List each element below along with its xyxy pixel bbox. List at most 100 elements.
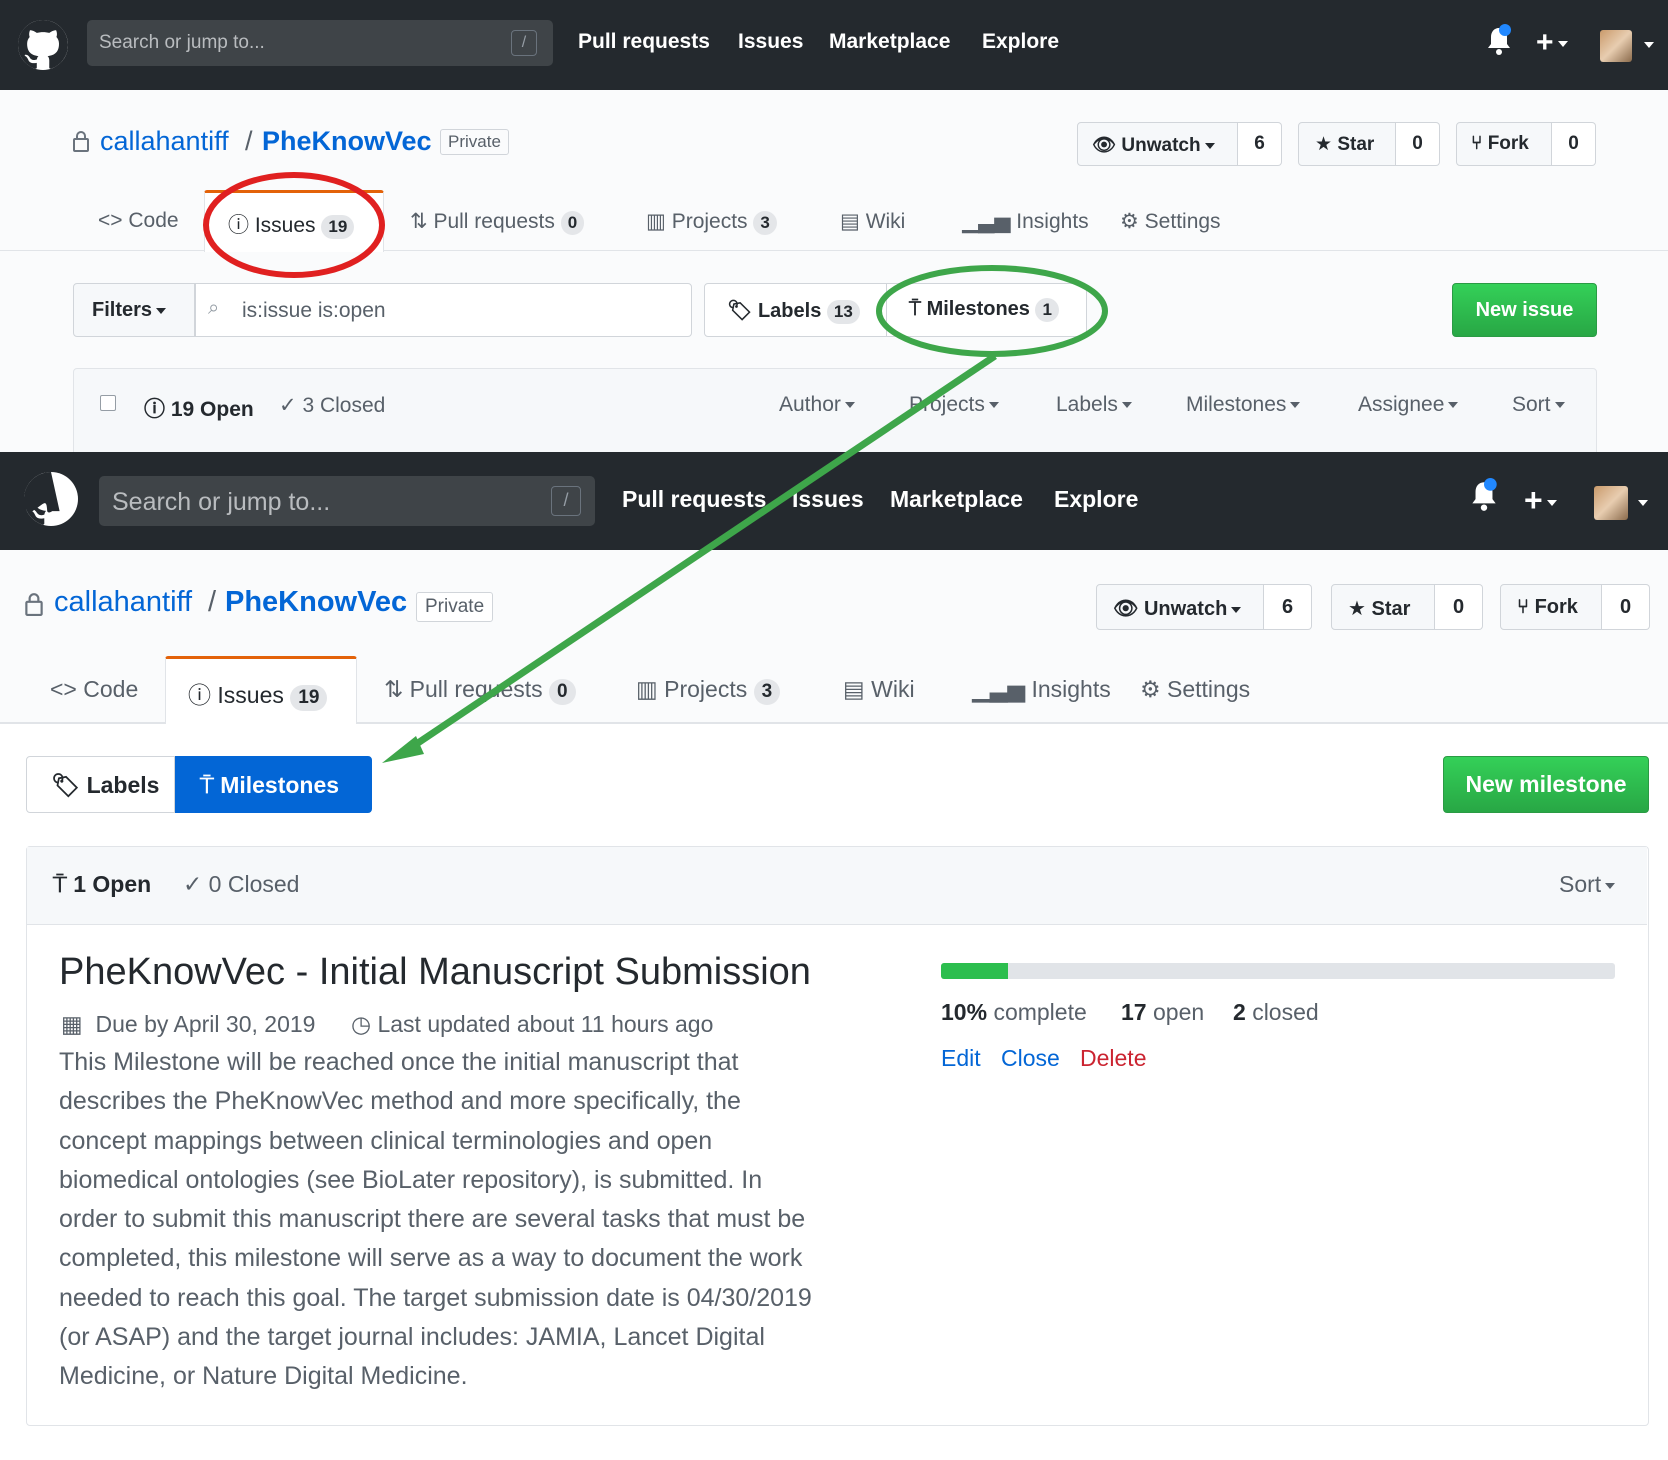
labels-filter[interactable]: Labels: [1056, 393, 1132, 417]
milestones-button[interactable]: ⍑ Milestones 1: [887, 283, 1087, 337]
forks-count[interactable]: 0: [1552, 122, 1596, 166]
user-avatar[interactable]: [1600, 30, 1632, 62]
issues-search-input[interactable]: ⌕ is:issue is:open: [195, 283, 692, 337]
unwatch-button[interactable]: 👁 Unwatch: [1077, 122, 1238, 166]
nav-issues[interactable]: Issues: [738, 30, 803, 54]
projects-counter: 3: [753, 679, 781, 705]
repo-owner-link[interactable]: callahantiff: [100, 126, 229, 157]
nav-explore[interactable]: Explore: [982, 30, 1059, 54]
forks-count[interactable]: 0: [1602, 584, 1650, 630]
nav-marketplace[interactable]: Marketplace: [829, 30, 950, 54]
tab-settings-label: Settings: [1167, 676, 1251, 702]
projects-filter[interactable]: Projects: [909, 393, 999, 417]
tab-code[interactable]: <> Code: [50, 676, 138, 703]
open-issues-filter[interactable]: ⓘ 19 Open: [144, 393, 254, 423]
repo-name-link[interactable]: PheKnowVec: [262, 126, 432, 157]
milestone-closed-count[interactable]: 2 closed: [1233, 999, 1319, 1026]
new-milestone-button[interactable]: New milestone: [1443, 756, 1649, 813]
github-logo-icon[interactable]: [18, 20, 68, 70]
watchers-count[interactable]: 6: [1264, 584, 1312, 630]
filters-label: Filters: [92, 299, 153, 321]
issue-opened-icon: ⓘ: [144, 398, 165, 421]
nav-explore[interactable]: Explore: [1054, 486, 1138, 513]
delete-milestone-link[interactable]: Delete: [1080, 1045, 1146, 1072]
milestone-icon: ⍑: [53, 871, 67, 897]
issue-opened-icon: ⓘ: [228, 214, 249, 237]
tab-pulls-label: Pull requests: [433, 210, 555, 233]
fork-button[interactable]: ⑂ Fork: [1500, 584, 1602, 630]
code-icon: <>: [98, 209, 123, 232]
milestones-button-selected[interactable]: ⍑ Milestones: [175, 756, 372, 813]
tab-wiki[interactable]: ▤ Wiki: [840, 209, 905, 234]
assignee-filter[interactable]: Assignee: [1358, 393, 1459, 417]
notifications-bell-icon[interactable]: [1484, 24, 1514, 58]
open-milestones-filter[interactable]: ⍑ 1 Open: [53, 871, 151, 898]
github-logo-icon[interactable]: [19, 472, 78, 526]
private-badge: Private: [416, 592, 494, 622]
tab-issues-label: Issues: [217, 682, 284, 708]
tab-insights[interactable]: ▁▃▅ Insights: [962, 209, 1089, 234]
tab-projects[interactable]: ▥ Projects 3: [646, 209, 777, 235]
search-placeholder: Search or jump to...: [112, 488, 331, 516]
sort-dropdown[interactable]: Sort: [1559, 871, 1616, 898]
repo-owner-link[interactable]: callahantiff: [54, 586, 192, 619]
tab-issues[interactable]: ⓘ Issues 19: [228, 209, 355, 239]
labels-counter: 13: [826, 300, 860, 324]
milestone-open-count[interactable]: 17 open: [1121, 999, 1204, 1026]
nav-pull-requests[interactable]: Pull requests: [622, 486, 766, 513]
closed-milestones-filter[interactable]: ✓ 0 Closed: [183, 871, 299, 898]
tab-pull-requests[interactable]: ⇅ Pull requests 0: [384, 676, 576, 705]
code-icon: <>: [50, 676, 77, 702]
avatar-chevron-down-icon[interactable]: [1638, 500, 1648, 506]
fork-label: Fork: [1534, 596, 1578, 618]
avatar-chevron-down-icon[interactable]: [1644, 42, 1654, 48]
tab-insights[interactable]: ▁▃▅ Insights: [972, 676, 1111, 703]
edit-milestone-link[interactable]: Edit: [941, 1045, 981, 1072]
search-input[interactable]: Search or jump to... /: [99, 476, 595, 526]
star-button[interactable]: ★ Star: [1298, 122, 1396, 166]
tab-settings[interactable]: ⚙ Settings: [1140, 676, 1250, 703]
tab-wiki[interactable]: ▤ Wiki: [843, 676, 915, 703]
issue-opened-icon: ⓘ: [188, 682, 211, 708]
open-count-label: 19 Open: [170, 398, 254, 421]
tab-code-label: Code: [128, 209, 179, 232]
tab-projects[interactable]: ▥ Projects 3: [636, 676, 781, 705]
milestones-label: Milestones: [926, 298, 1030, 320]
author-filter[interactable]: Author: [779, 393, 855, 417]
nav-marketplace[interactable]: Marketplace: [890, 486, 1023, 513]
user-avatar[interactable]: [1594, 486, 1628, 520]
tab-pull-requests[interactable]: ⇅ Pull requests 0: [410, 209, 585, 235]
unwatch-label: Unwatch: [1143, 598, 1228, 620]
stars-count[interactable]: 0: [1396, 122, 1440, 166]
create-new-plus-icon[interactable]: +: [1524, 482, 1557, 518]
sort-filter[interactable]: Sort: [1512, 393, 1565, 417]
select-all-checkbox[interactable]: [100, 395, 116, 411]
nav-pull-requests[interactable]: Pull requests: [578, 30, 710, 54]
search-input[interactable]: Search or jump to... /: [87, 20, 553, 66]
filters-dropdown[interactable]: Filters: [73, 283, 195, 337]
milestones-filter[interactable]: Milestones: [1186, 393, 1301, 417]
fork-button[interactable]: ⑂ Fork: [1456, 122, 1552, 166]
tab-settings[interactable]: ⚙ Settings: [1120, 209, 1221, 234]
tab-code[interactable]: <> Code: [98, 209, 179, 233]
closed-issues-filter[interactable]: ✓ 3 Closed: [279, 393, 385, 418]
new-issue-button[interactable]: New issue: [1452, 283, 1597, 337]
updated-label: Last updated about 11 hours ago: [377, 1011, 714, 1037]
labels-button[interactable]: 🏷 Labels 13: [704, 283, 887, 337]
watchers-count[interactable]: 6: [1238, 122, 1282, 166]
milestone-title-link[interactable]: PheKnowVec - Initial Manuscript Submissi…: [59, 951, 811, 994]
tab-issues[interactable]: ⓘ Issues 19: [188, 676, 328, 711]
star-button[interactable]: ★ Star: [1331, 584, 1435, 630]
notifications-bell-icon[interactable]: [1468, 478, 1500, 514]
repo-name-link[interactable]: PheKnowVec: [225, 586, 407, 619]
milestone-progress-fill: [941, 963, 1009, 979]
close-milestone-link[interactable]: Close: [1001, 1045, 1060, 1072]
unwatch-button[interactable]: 👁 Unwatch: [1096, 584, 1264, 630]
tab-insights-label: Insights: [1016, 210, 1089, 233]
search-icon: ⌕: [208, 297, 220, 319]
labels-button[interactable]: 🏷 Labels: [26, 756, 175, 813]
open-count-label: 1 Open: [73, 871, 152, 897]
create-new-plus-icon[interactable]: +: [1536, 26, 1568, 60]
stars-count[interactable]: 0: [1435, 584, 1483, 630]
nav-issues[interactable]: Issues: [792, 486, 864, 513]
